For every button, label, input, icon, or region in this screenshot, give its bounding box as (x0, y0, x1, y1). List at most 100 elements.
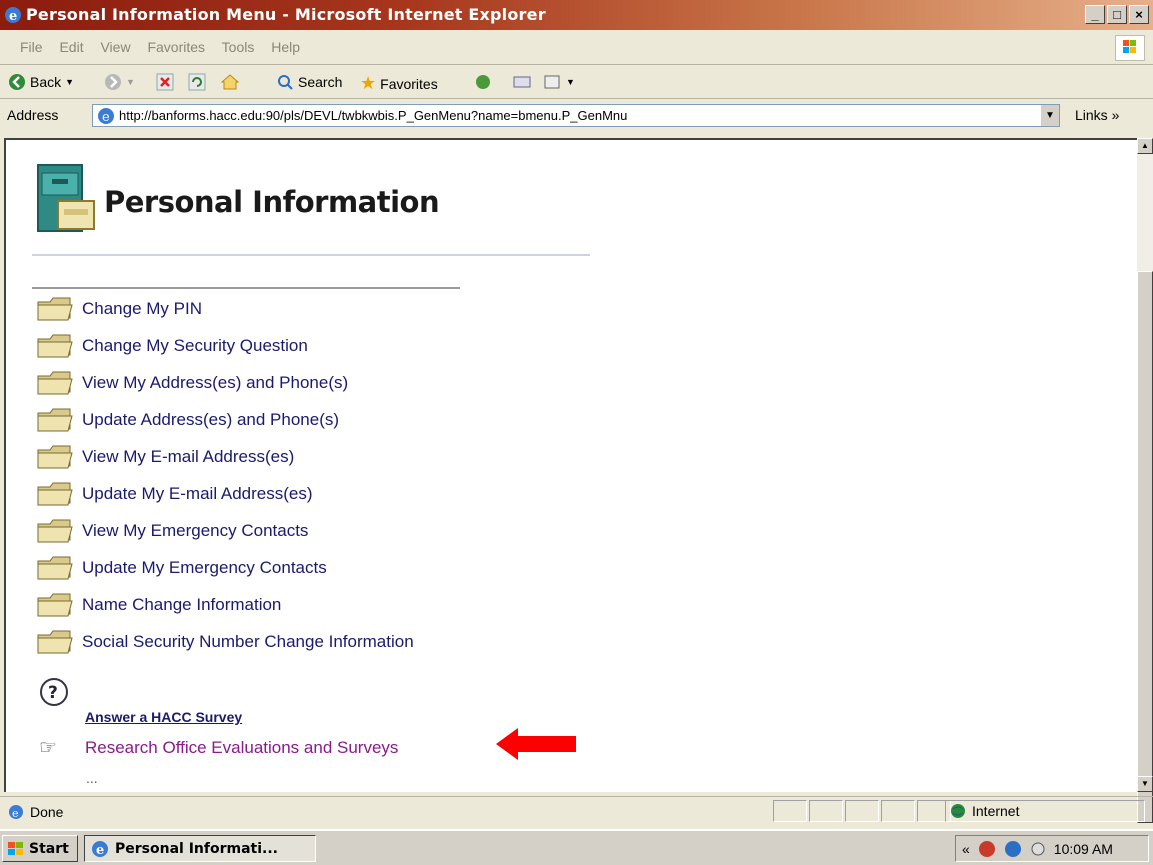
stop-icon (156, 73, 174, 91)
answer-survey-link[interactable]: Answer a HACC Survey (85, 709, 242, 725)
search-button[interactable]: Search (276, 73, 342, 91)
menu-link-label[interactable]: View My Address(es) and Phone(s) (82, 373, 348, 393)
taskbar-ie-label: Personal Informati... (115, 840, 278, 857)
svg-text:e: e (96, 843, 104, 858)
folder-icon (37, 556, 73, 580)
folder-icon (37, 482, 73, 506)
globe-tray-icon[interactable] (1004, 840, 1022, 858)
svg-text:e: e (102, 110, 110, 125)
menu-item-ssn-change[interactable]: Social Security Number Change Informatio… (36, 630, 414, 654)
menu-view[interactable]: View (100, 39, 130, 55)
refresh-button[interactable] (188, 73, 206, 91)
media-button[interactable] (474, 73, 492, 91)
svg-text:?: ? (48, 683, 58, 703)
page-done-icon: e (9, 805, 23, 820)
research-office-link[interactable]: Research Office Evaluations and Surveys (85, 738, 398, 758)
menu-file[interactable]: File (20, 39, 43, 55)
status-text: Done (30, 804, 64, 820)
print-icon (544, 75, 560, 89)
more-indicator: ... (86, 770, 98, 786)
home-button[interactable] (220, 73, 240, 91)
start-button[interactable]: Start (2, 835, 78, 862)
print-button[interactable]: ▼ (542, 73, 575, 91)
scroll-down-button[interactable]: ▼ (1137, 776, 1153, 792)
menu-tools[interactable]: Tools (222, 39, 255, 55)
star-icon: ★ (360, 73, 377, 93)
media-icon (476, 75, 490, 89)
mail-button[interactable] (512, 73, 532, 91)
menu-link-label[interactable]: View My E-mail Address(es) (82, 447, 294, 467)
menu-item-change-pin[interactable]: Change My PIN (36, 297, 202, 321)
folder-icon (37, 297, 73, 321)
scroll-thumb[interactable] (1137, 271, 1153, 823)
folder-icon (37, 593, 73, 617)
forward-arrow-icon (105, 74, 121, 90)
windows-logo-icon (8, 841, 23, 855)
zone-label: Internet (972, 803, 1020, 819)
menu-link-label[interactable]: Update My Emergency Contacts (82, 558, 327, 578)
menu-item-update-email[interactable]: Update My E-mail Address(es) (36, 482, 313, 506)
tray-expand-icon[interactable]: « (962, 841, 970, 857)
address-input[interactable]: e http://banforms.hacc.edu:90/pls/DEVL/t… (92, 104, 1060, 127)
menu-link-label[interactable]: Change My PIN (82, 299, 202, 319)
close-button[interactable]: × (1129, 5, 1149, 24)
print-dropdown-icon[interactable]: ▼ (566, 77, 575, 87)
minimize-button[interactable]: _ (1085, 5, 1105, 24)
folder-icon (37, 371, 73, 395)
research-office-item[interactable]: ☞ Research Office Evaluations and Survey… (39, 735, 398, 760)
menu-bar: File Edit View Favorites Tools Help (0, 30, 1153, 65)
folder-icon (37, 445, 73, 469)
menu-item-change-security-question[interactable]: Change My Security Question (36, 334, 308, 358)
menu-link-label[interactable]: Social Security Number Change Informatio… (82, 632, 414, 652)
mail-icon (513, 76, 531, 88)
refresh-icon (188, 73, 206, 91)
security-zone: Internet (945, 800, 1145, 822)
folder-icon (37, 519, 73, 543)
links-button[interactable]: Links » (1075, 107, 1119, 123)
menu-item-view-emergency-contacts[interactable]: View My Emergency Contacts (36, 519, 308, 543)
clock-tray-icon[interactable] (1030, 841, 1046, 857)
address-label: Address (7, 107, 59, 123)
taskbar-ie-window[interactable]: e Personal Informati... (84, 835, 316, 862)
menu-item-view-email[interactable]: View My E-mail Address(es) (36, 445, 294, 469)
window-title-bar[interactable]: e Personal Information Menu - Microsoft … (0, 0, 1153, 30)
globe-icon (951, 804, 965, 818)
menu-link-label[interactable]: View My Emergency Contacts (82, 521, 308, 541)
forward-dropdown-icon[interactable]: ▼ (126, 77, 135, 87)
back-arrow-icon (9, 74, 25, 90)
menu-item-view-address[interactable]: View My Address(es) and Phone(s) (36, 371, 348, 395)
menu-link-label[interactable]: Update Address(es) and Phone(s) (82, 410, 339, 430)
maximize-button[interactable]: □ (1107, 5, 1127, 24)
ie-taskbar-icon: e (92, 840, 108, 858)
back-button[interactable]: Back ▼ (8, 73, 74, 91)
network-tray-icon[interactable] (978, 840, 996, 858)
menu-divider (32, 287, 460, 289)
menu-link-label[interactable]: Name Change Information (82, 595, 281, 615)
pointing-hand-icon: ☞ (39, 737, 57, 759)
clock-label: 10:09 AM (1053, 840, 1113, 857)
scroll-up-button[interactable]: ▲ (1137, 138, 1153, 154)
address-dropdown-icon[interactable]: ▼ (1040, 105, 1059, 126)
menu-link-label[interactable]: Change My Security Question (82, 336, 308, 356)
menu-item-update-address[interactable]: Update Address(es) and Phone(s) (36, 408, 339, 432)
menu-item-update-emergency-contacts[interactable]: Update My Emergency Contacts (36, 556, 327, 580)
standard-toolbar: Back ▼ ▼ Search ★ Favorites ▼ (0, 65, 1153, 99)
menu-item-name-change[interactable]: Name Change Information (36, 593, 281, 617)
red-arrow-icon (496, 728, 576, 760)
svg-text:e: e (12, 807, 19, 820)
back-dropdown-icon[interactable]: ▼ (65, 77, 74, 87)
status-cells (773, 800, 953, 822)
folder-icon (37, 408, 73, 432)
menu-edit[interactable]: Edit (59, 39, 83, 55)
windows-flag-icon (1115, 35, 1145, 61)
help-question-icon[interactable]: ? (39, 677, 69, 707)
forward-button[interactable]: ▼ (104, 73, 135, 91)
menu-link-label[interactable]: Update My E-mail Address(es) (82, 484, 313, 504)
address-url: http://banforms.hacc.edu:90/pls/DEVL/twb… (119, 108, 628, 123)
stop-button[interactable] (156, 73, 174, 91)
menu-favorites[interactable]: Favorites (147, 39, 205, 55)
favorites-button[interactable]: ★ Favorites (360, 73, 438, 94)
vertical-scrollbar[interactable]: ▲ ▼ (1137, 138, 1153, 823)
menu-help[interactable]: Help (271, 39, 300, 55)
page-viewport: Personal Information Change My PIN Chang… (4, 138, 1137, 792)
